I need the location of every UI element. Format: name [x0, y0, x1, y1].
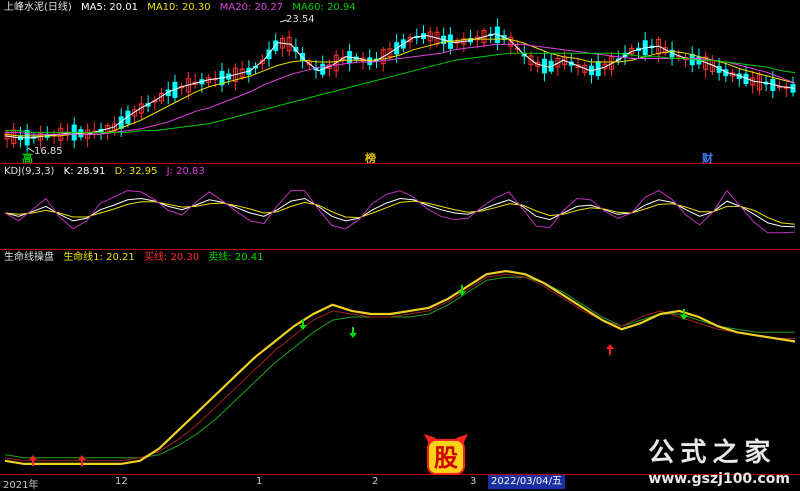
ma5-label: MA5: 20.01 [81, 2, 139, 13]
kdj-k-label: K: 28.91 [63, 166, 106, 177]
price-panel-legend: 上峰水泥(日线) MA5: 20.01 MA10: 20.30 MA20: 20… [4, 1, 362, 15]
kdj-line-j [4, 189, 796, 234]
ma10-label: MA10: 20.30 [147, 2, 211, 13]
stock-chart[interactable] [0, 0, 800, 490]
watermark-logo-char: 股 [434, 444, 458, 472]
kdj-panel-legend: KDJ(9,3,3) K: 28.91 D: 32.95 J: 20.83 [4, 165, 211, 179]
kdj-j-label: J: 20.83 [166, 166, 205, 177]
ma60-label: MA60: 20.94 [292, 2, 356, 13]
watermark-logo: 股 [424, 434, 469, 475]
lifeline-panel-legend: 生命线操盘 生命线1: 20.21 买线: 20.30 卖线: 20.41 [4, 251, 269, 265]
lifeline-series-2 [4, 276, 795, 459]
watermark-title: 公式之家 [648, 438, 777, 468]
sell-signal-arrow [299, 319, 307, 330]
high-price-label: 23.54 [286, 14, 315, 25]
panel-divider-2 [0, 249, 800, 250]
ma20-label: MA20: 20.27 [219, 2, 284, 13]
sell-signal-arrow [349, 327, 357, 338]
buy-signal-arrow [606, 344, 614, 355]
sell-line-label: 卖线: 20.41 [208, 252, 264, 263]
kdj-d-label: D: 32.95 [114, 166, 158, 177]
xaxis-label-2: 2 [372, 476, 379, 487]
xaxis-label-12: 12 [115, 476, 128, 487]
cursor-date-badge: 2022/03/04/五 [488, 475, 566, 489]
kdj-title: KDJ(9,3,3) [4, 166, 55, 177]
xaxis-label-1: 1 [256, 476, 263, 487]
watermark-url: www.gszj100.com [648, 471, 790, 487]
buy-line-label: 买线: 20.30 [143, 252, 200, 263]
stock-title: 上峰水泥(日线) [4, 2, 72, 13]
lifeline1-label: 生命线1: 20.21 [63, 252, 135, 263]
xaxis-label-2021: 2021年 [3, 480, 39, 491]
panel-divider-1 [0, 163, 800, 164]
lifeline-title: 生命线操盘 [4, 252, 54, 263]
low-price-label: 16.85 [34, 146, 63, 157]
watermark: 股 公式之家 www.gszj100.com [424, 432, 790, 487]
